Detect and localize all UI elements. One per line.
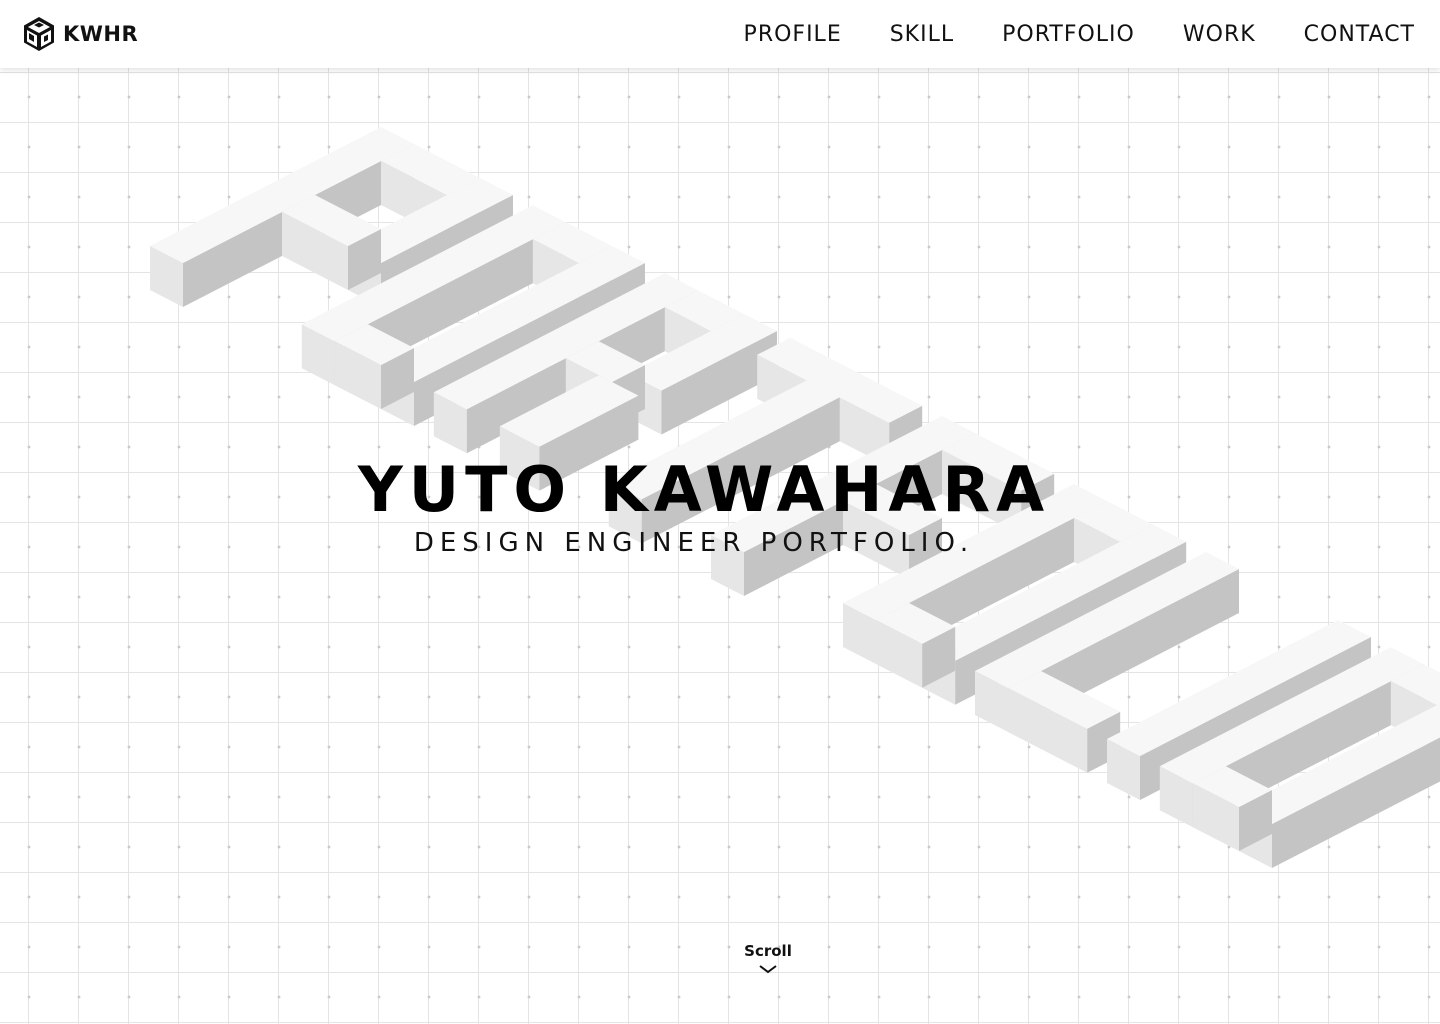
brand-name: KWHR: [63, 22, 139, 46]
hero-subtitle: DESIGN ENGINEER PORTFOLIO.: [413, 528, 975, 558]
main-nav: PROFILE SKILL PORTFOLIO WORK CONTACT: [744, 0, 1415, 68]
logo-link[interactable]: KWHR: [23, 16, 138, 52]
site-header: KWHR PROFILE SKILL PORTFOLIO WORK CONTAC…: [0, 0, 1440, 68]
nav-item-profile[interactable]: PROFILE: [744, 22, 842, 47]
hero-title: YUTO KAWAHARA: [357, 453, 1051, 526]
page: KWHR PROFILE SKILL PORTFOLIO WORK CONTAC…: [0, 0, 1440, 1024]
scroll-indicator[interactable]: Scroll: [718, 942, 818, 974]
nav-item-portfolio[interactable]: PORTFOLIO: [1002, 22, 1135, 47]
nav-item-skill[interactable]: SKILL: [890, 22, 954, 47]
nav-item-work[interactable]: WORK: [1183, 22, 1256, 47]
nav-item-contact[interactable]: CONTACT: [1304, 22, 1415, 47]
cube-logo-icon: [24, 17, 54, 51]
chevron-down-icon: [759, 965, 777, 974]
scroll-label: Scroll: [744, 942, 792, 960]
